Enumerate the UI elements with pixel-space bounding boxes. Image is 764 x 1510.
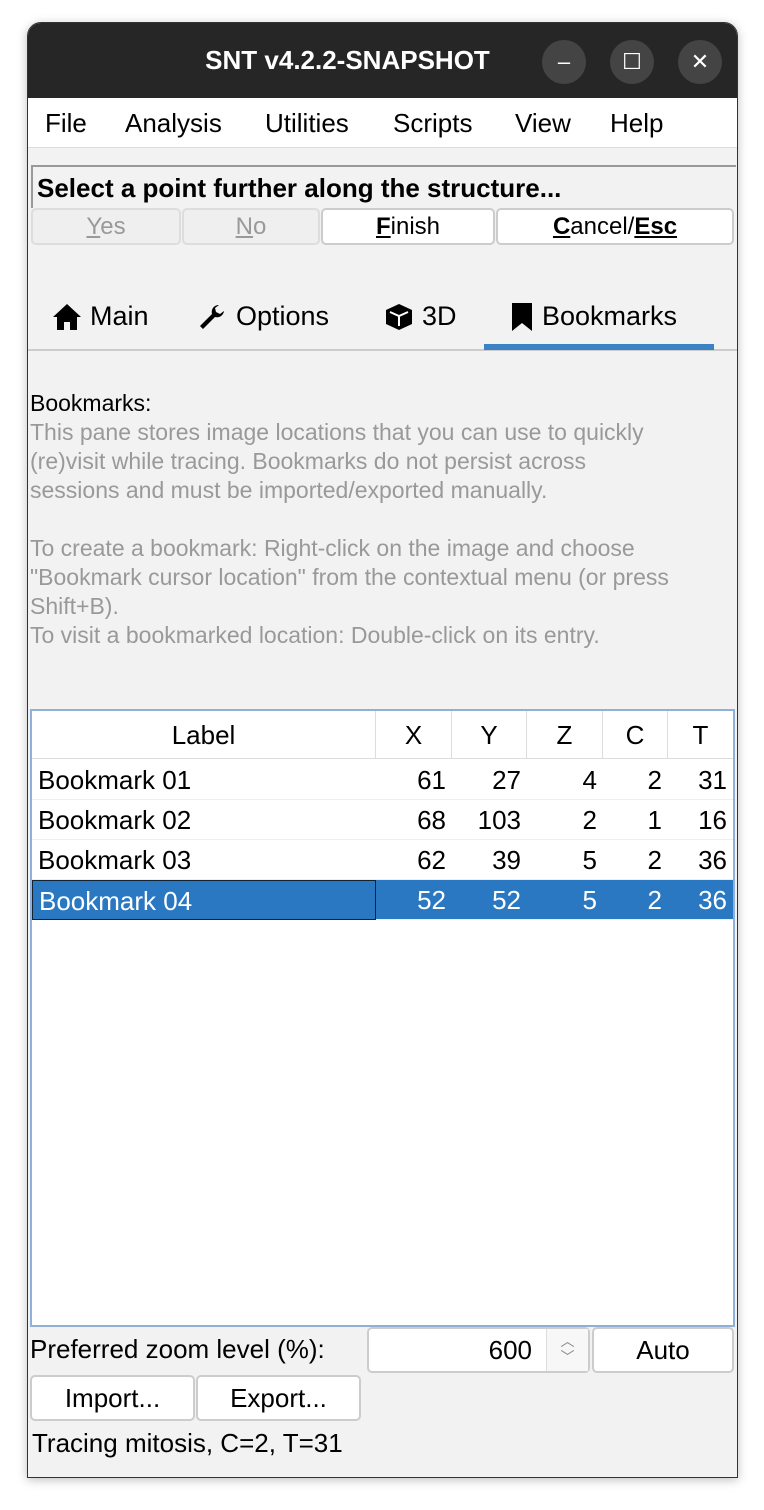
cell-x: 52 — [417, 885, 446, 915]
cell-label: Bookmark 02 — [38, 805, 192, 835]
spinner-arrows-icon[interactable]: ︿ ﹀ — [546, 1329, 588, 1371]
cell-y: 103 — [477, 805, 521, 835]
no-label: o — [252, 213, 267, 240]
cell-x: 61 — [417, 765, 446, 795]
cancel-mnemonic: C — [552, 213, 571, 240]
cell-t: 31 — [698, 765, 727, 795]
desc-line: sessions and must be imported/exported m… — [30, 477, 548, 503]
finish-button[interactable]: Finish — [321, 208, 495, 245]
cell-label: Bookmark 01 — [38, 765, 192, 795]
desc-line: To create a bookmark: Right-click on the… — [30, 535, 635, 561]
cell-y: 27 — [492, 765, 521, 795]
column-header-z[interactable]: Z — [527, 711, 603, 759]
cell-z: 4 — [582, 765, 597, 795]
cell-t: 36 — [698, 845, 727, 875]
desc-line: "Bookmark cursor location" from the cont… — [30, 564, 669, 590]
minimize-button[interactable]: – — [542, 40, 586, 84]
cell-x: 68 — [417, 805, 446, 835]
status-message: Select a point further along the structu… — [31, 165, 736, 208]
cell-z: 5 — [582, 845, 597, 875]
export-button[interactable]: Export... — [196, 1375, 361, 1421]
tab-main-label: Main — [90, 301, 149, 331]
column-header-x[interactable]: X — [376, 711, 452, 759]
zoom-level-spinner[interactable]: 600 ︿ ﹀ — [367, 1327, 590, 1373]
cell-z: 2 — [582, 805, 597, 835]
tab-bookmarks[interactable]: Bookmarks — [510, 301, 677, 332]
no-button[interactable]: No — [182, 208, 320, 245]
tab-main[interactable]: Main — [52, 301, 149, 332]
tab-3d-label: 3D — [422, 301, 457, 331]
tracing-status: Tracing mitosis, C=2, T=31 — [32, 1428, 343, 1458]
home-icon — [53, 303, 81, 330]
desc-line: (re)visit while tracing. Bookmarks do no… — [30, 448, 587, 474]
tab-3d[interactable]: 3D — [384, 301, 457, 332]
cell-y: 52 — [492, 885, 521, 915]
tab-options-label: Options — [236, 301, 330, 331]
yes-button[interactable]: Yes — [31, 208, 181, 245]
finish-mnemonic: F — [375, 213, 391, 240]
menu-scripts[interactable]: Scripts — [393, 108, 472, 139]
cell-c: 2 — [647, 885, 662, 915]
cell-label: Bookmark 03 — [38, 845, 192, 875]
menu-utilities[interactable]: Utilities — [265, 108, 349, 139]
bookmark-icon — [512, 302, 532, 331]
desc-line: To visit a bookmarked location: Double-c… — [30, 622, 600, 648]
table-row[interactable]: Bookmark 02 68 103 2 1 16 — [32, 800, 733, 840]
menu-view[interactable]: View — [515, 108, 571, 139]
cell-x: 62 — [417, 845, 446, 875]
cube-icon — [386, 303, 412, 330]
cell-c: 2 — [647, 845, 662, 875]
tab-bookmarks-label: Bookmarks — [542, 301, 678, 331]
finish-label: inish — [390, 213, 441, 240]
column-header-y[interactable]: Y — [452, 711, 527, 759]
yes-mnemonic: Y — [86, 213, 101, 240]
table-row[interactable]: Bookmark 01 61 27 4 2 31 — [32, 760, 733, 800]
cancel-label: ancel/ — [570, 213, 635, 240]
esc-label: Esc — [634, 213, 678, 240]
close-button[interactable]: ✕ — [678, 40, 722, 84]
wrench-icon — [200, 304, 224, 329]
title-bar[interactable]: SNT v4.2.2-SNAPSHOT – ☐ ✕ — [28, 23, 737, 98]
bookmarks-table[interactable]: Label X Y Z C T Bookmark 01 61 27 4 2 31 Bookm… — [30, 709, 735, 1327]
cell-t: 36 — [698, 885, 727, 915]
cell-t: 16 — [698, 805, 727, 835]
yes-label: es — [100, 213, 126, 240]
desc-line: This pane stores image locations that yo… — [30, 419, 644, 445]
cell-z: 5 — [582, 885, 597, 915]
cell-c: 2 — [647, 765, 662, 795]
zoom-level-label: Preferred zoom level (%): — [30, 1334, 325, 1364]
zoom-level-value[interactable]: 600 — [489, 1335, 532, 1366]
column-header-label[interactable]: Label — [32, 711, 376, 759]
menu-bar: File Analysis Utilities Scripts View Hel… — [28, 98, 737, 148]
auto-zoom-button[interactable]: Auto — [592, 1327, 734, 1373]
import-button[interactable]: Import... — [30, 1375, 195, 1421]
cell-c: 1 — [647, 805, 662, 835]
snt-window: SNT v4.2.2-SNAPSHOT – ☐ ✕ File Analysis … — [27, 22, 738, 1478]
bookmarks-heading: Bookmarks: — [30, 390, 152, 416]
cell-label: Bookmark 04 — [32, 880, 376, 920]
desc-line: Shift+B). — [30, 593, 119, 619]
selected-tab-indicator — [484, 344, 714, 350]
bookmarks-description: Bookmarks: This pane stores image locati… — [30, 389, 737, 650]
desc-spacer — [30, 505, 737, 534]
no-mnemonic: N — [235, 213, 253, 240]
table-row[interactable]: Bookmark 04 52 52 5 2 36 — [32, 880, 733, 920]
cell-y: 39 — [492, 845, 521, 875]
column-header-t[interactable]: T — [668, 711, 733, 759]
menu-analysis[interactable]: Analysis — [125, 108, 222, 139]
maximize-button[interactable]: ☐ — [610, 40, 654, 84]
table-row[interactable]: Bookmark 03 62 39 5 2 36 — [32, 840, 733, 880]
tab-options[interactable]: Options — [198, 301, 329, 332]
cancel-button[interactable]: Cancel/Esc — [496, 208, 734, 245]
column-header-c[interactable]: C — [603, 711, 668, 759]
menu-file[interactable]: File — [45, 108, 87, 139]
menu-help[interactable]: Help — [610, 108, 663, 139]
